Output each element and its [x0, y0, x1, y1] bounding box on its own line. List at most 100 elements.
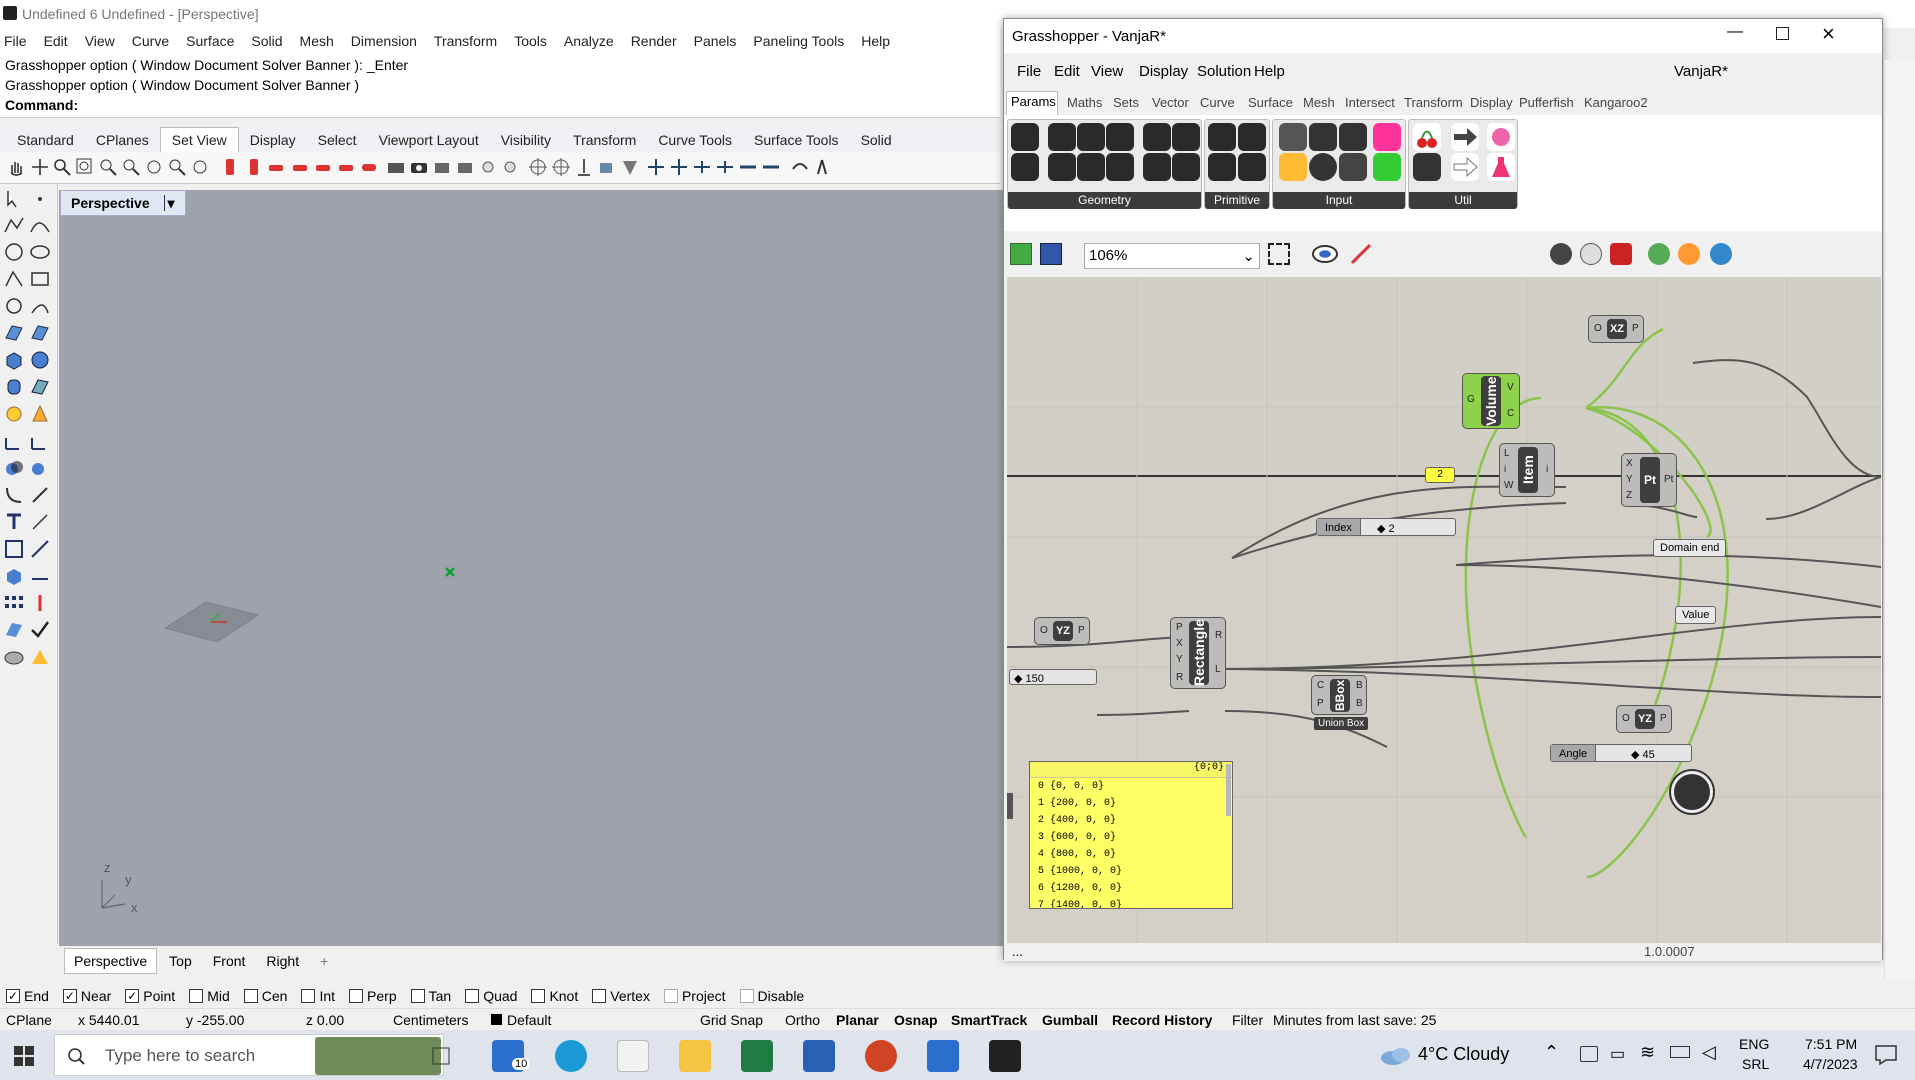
osnap-knot[interactable]: Knot: [531, 988, 578, 1004]
osnap-quad-checkbox[interactable]: [465, 989, 480, 1003]
edit-icon[interactable]: [3, 430, 25, 452]
status-cplane[interactable]: CPlane: [6, 1012, 52, 1028]
render-material-icon[interactable]: [3, 646, 25, 668]
data-dam-icon[interactable]: [1413, 153, 1441, 181]
volume-component[interactable]: Volume G V C: [1462, 373, 1520, 429]
sketch-pen-icon[interactable]: [1350, 243, 1374, 265]
box-icon[interactable]: [3, 349, 25, 371]
weather-text[interactable]: 4°C Cloudy: [1418, 1044, 1509, 1065]
curve-icon[interactable]: [29, 214, 51, 236]
menu-panels[interactable]: Panels: [694, 33, 737, 49]
zoom-extents-icon[interactable]: [98, 157, 118, 177]
menu-help[interactable]: Help: [861, 33, 890, 49]
perspective-viewport[interactable]: z y x: [59, 190, 1004, 946]
zoom-selected-icon[interactable]: [121, 157, 141, 177]
cylinder-icon[interactable]: [3, 376, 25, 398]
store-app-icon[interactable]: [617, 1040, 649, 1072]
gh-menu-edit[interactable]: Edit: [1054, 63, 1080, 80]
save-file-icon[interactable]: [1040, 243, 1062, 265]
gh-tab-intersect[interactable]: Intersect: [1345, 95, 1395, 110]
panel-icon[interactable]: [1339, 153, 1367, 181]
powerpoint-app-icon[interactable]: [865, 1040, 897, 1072]
keyboard-layout-indicator[interactable]: SRL: [1742, 1056, 1769, 1072]
yz-plane-component[interactable]: O YZ P: [1616, 705, 1672, 733]
brep-param-icon[interactable]: [1143, 153, 1171, 181]
angle-slider-value[interactable]: ◆ 45: [1631, 748, 1655, 761]
potion-icon[interactable]: [1487, 153, 1515, 181]
osnap-disable[interactable]: Disable: [739, 988, 804, 1004]
solid-tools-icon[interactable]: [29, 565, 51, 587]
gh-canvas[interactable]: Volume G V C O XZ P L i W Item i X Y Z P…: [1007, 277, 1881, 943]
edit-icon[interactable]: [29, 430, 51, 452]
pan-icon[interactable]: [6, 157, 26, 177]
osnap-point-checkbox[interactable]: ✓: [125, 989, 140, 1003]
osnap-project-checkbox[interactable]: [663, 989, 678, 1003]
light-icon[interactable]: [500, 157, 520, 177]
pt-input-z[interactable]: Z: [1626, 490, 1632, 501]
bounding-box-component[interactable]: C P BBox B B: [1311, 675, 1367, 715]
gh-menu-help[interactable]: Help: [1254, 63, 1285, 80]
brep-param-icon[interactable]: [1143, 123, 1171, 151]
walk-icon[interactable]: [812, 157, 832, 177]
osnap-int-checkbox[interactable]: [301, 989, 316, 1003]
gradient-icon[interactable]: [1373, 123, 1401, 151]
osnap-near[interactable]: ✓ Near: [62, 988, 111, 1004]
menu-transform[interactable]: Transform: [434, 33, 497, 49]
sphere-icon[interactable]: [29, 349, 51, 371]
word-app-icon[interactable]: [803, 1040, 835, 1072]
extend-icon[interactable]: [29, 484, 51, 506]
volume-input-g[interactable]: G: [1467, 394, 1475, 405]
point-icon[interactable]: [29, 188, 51, 210]
status-osnap[interactable]: Osnap: [894, 1012, 938, 1028]
osnap-cen[interactable]: Cen: [243, 988, 287, 1004]
chevron-down-icon[interactable]: ⌄: [1242, 247, 1255, 265]
pt-input-y[interactable]: Y: [1626, 474, 1633, 485]
gh-tab-params[interactable]: Params: [1011, 94, 1056, 109]
rectangle-input-y[interactable]: Y: [1176, 654, 1183, 665]
transform-icon[interactable]: [29, 538, 51, 560]
render-material-icon[interactable]: [29, 646, 51, 668]
minimize-icon[interactable]: —: [1727, 23, 1743, 41]
bbox-input-p[interactable]: P: [1317, 698, 1324, 709]
viewport-tab-right[interactable]: Right: [257, 949, 308, 973]
viewport-tab-perspective[interactable]: Perspective: [64, 948, 158, 974]
surface-icon[interactable]: [3, 322, 25, 344]
relay-outline-icon[interactable]: [1451, 153, 1479, 181]
osnap-cen-checkbox[interactable]: [243, 989, 258, 1003]
array-icon[interactable]: [3, 592, 25, 614]
menu-file[interactable]: File: [4, 33, 27, 49]
clipping-plane-icon[interactable]: [620, 157, 640, 177]
system-tray-chevron-icon[interactable]: ⌃: [1544, 1042, 1559, 1063]
osnap-project[interactable]: Project: [663, 988, 726, 1004]
zoom-extents-icon[interactable]: [1268, 243, 1290, 265]
status-units[interactable]: Centimeters: [393, 1012, 468, 1028]
rectangle-input-x[interactable]: X: [1176, 638, 1183, 649]
meet-now-icon[interactable]: ▭: [1610, 1044, 1625, 1064]
select-arrow-icon[interactable]: [3, 188, 25, 210]
preview-material-icon[interactable]: [1678, 243, 1700, 265]
menu-edit[interactable]: Edit: [44, 33, 68, 49]
bbox-output-b[interactable]: B: [1356, 698, 1363, 709]
tray-app-icon[interactable]: [1580, 1046, 1598, 1062]
osnap-knot-checkbox[interactable]: [531, 989, 546, 1003]
dimension-icon[interactable]: [29, 511, 51, 533]
integer-param-icon[interactable]: [1208, 153, 1236, 181]
rectangle-output-l[interactable]: L: [1215, 664, 1221, 675]
item-input-w[interactable]: W: [1504, 480, 1513, 491]
solid-tools-icon[interactable]: [3, 565, 25, 587]
mesh-param-icon[interactable]: [1172, 153, 1200, 181]
clipping-plane-icon[interactable]: [597, 157, 617, 177]
analyze-icon[interactable]: [3, 619, 25, 641]
menu-surface[interactable]: Surface: [186, 33, 234, 49]
task-view-icon[interactable]: [431, 1046, 451, 1066]
line-param-icon[interactable]: [1077, 153, 1105, 181]
gh-tab-display[interactable]: Display: [1470, 95, 1513, 110]
osnap-disable-checkbox[interactable]: [739, 989, 754, 1003]
preview-shaded-icon[interactable]: [1580, 243, 1602, 265]
command-prompt[interactable]: Command:: [5, 97, 78, 113]
wifi-icon[interactable]: ≋: [1640, 1042, 1655, 1063]
rotate-view-icon[interactable]: [30, 157, 50, 177]
xz-output-p[interactable]: P: [1632, 323, 1639, 334]
preview-wire-icon[interactable]: [1550, 243, 1572, 265]
osnap-int[interactable]: Int: [301, 988, 335, 1004]
